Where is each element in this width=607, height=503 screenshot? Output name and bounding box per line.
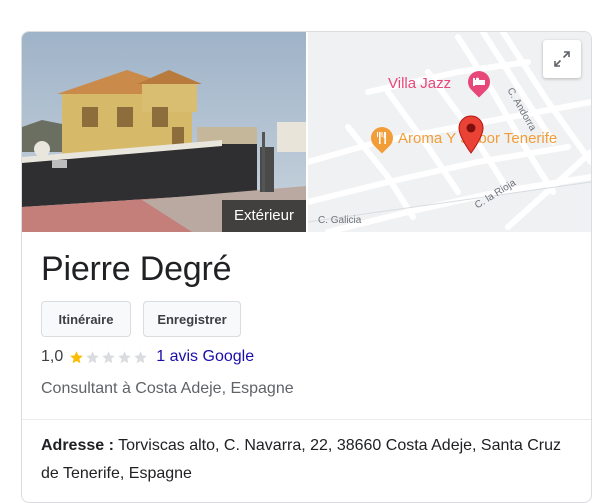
address-label: Adresse : [41, 437, 114, 454]
address-block: Adresse : Torviscas alto, C. Navarra, 22… [41, 432, 576, 488]
reviews-link[interactable]: 1 avis Google [156, 348, 254, 366]
expand-map-button[interactable] [543, 40, 581, 78]
divider [22, 419, 591, 420]
star-empty-icon [86, 350, 99, 363]
star-filled-icon [70, 350, 83, 363]
save-button[interactable]: Enregistrer [143, 301, 241, 337]
media-strip: Extérieur C. Andorra C. la Rioja C. Gali… [22, 32, 591, 232]
restaurant-icon[interactable] [366, 122, 398, 154]
rating-row: 1,0 1 avis Google [41, 346, 254, 368]
hotel-icon[interactable] [463, 66, 495, 98]
exterior-photo[interactable]: Extérieur [22, 32, 306, 232]
hotel-label[interactable]: Villa Jazz [388, 75, 451, 92]
street-label-galicia: C. Galicia [318, 215, 362, 226]
knowledge-panel-card: Extérieur C. Andorra C. la Rioja C. Gali… [21, 31, 592, 503]
map-preview[interactable]: C. Andorra C. la Rioja C. Galicia Villa … [308, 32, 591, 232]
star-empty-icon [118, 350, 131, 363]
rating-value: 1,0 [41, 348, 64, 365]
expand-icon [554, 51, 570, 67]
place-category: Consultant à Costa Adeje, Espagne [41, 380, 294, 397]
photo-label: Extérieur [221, 200, 306, 232]
star-empty-icon [102, 350, 115, 363]
address-value[interactable]: Torviscas alto, C. Navarra, 22, 38660 Co… [41, 437, 561, 482]
rating-stars [69, 350, 149, 365]
directions-button[interactable]: Itinéraire [41, 301, 131, 337]
star-empty-icon [134, 350, 147, 363]
place-title: Pierre Degré [41, 250, 232, 288]
map-pin-icon[interactable] [458, 115, 484, 155]
